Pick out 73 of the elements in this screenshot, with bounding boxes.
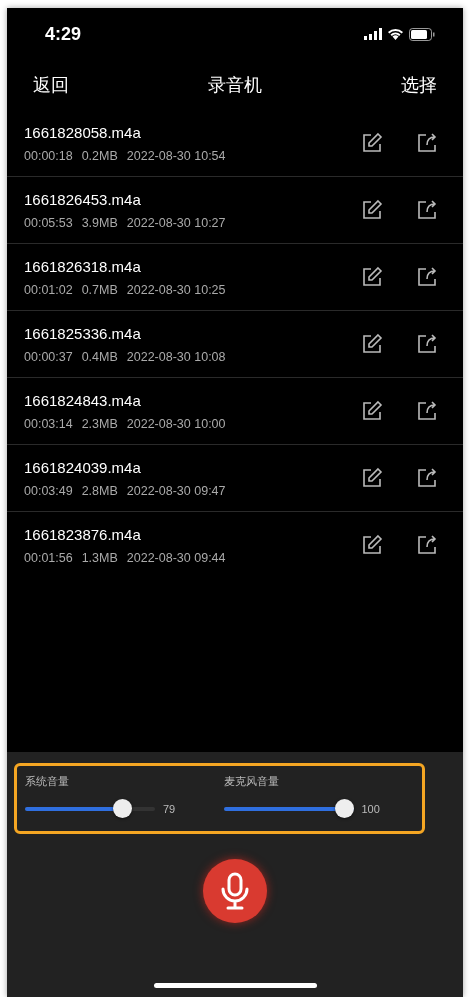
- recording-date: 2022-08-30 10:54: [126, 148, 226, 163]
- edit-icon: [361, 132, 383, 154]
- select-button[interactable]: 选择: [401, 73, 437, 97]
- recording-date: 2022-08-30 09:47: [126, 483, 226, 498]
- wifi-icon: [387, 28, 404, 40]
- edit-button[interactable]: [361, 266, 383, 288]
- edit-button[interactable]: [361, 534, 383, 556]
- record-button[interactable]: [203, 859, 267, 923]
- recording-name: 1661824843.m4a: [24, 391, 142, 409]
- recording-duration: 00:05:53: [24, 215, 73, 230]
- recording-name: 1661826318.m4a: [24, 257, 142, 275]
- share-button[interactable]: [416, 467, 438, 489]
- edit-icon: [361, 266, 383, 288]
- recording-name: 1661825336.m4a: [24, 324, 142, 342]
- recording-name: 1661824039.m4a: [24, 458, 142, 476]
- edit-button[interactable]: [361, 132, 383, 154]
- volume-label: 麦克风音量: [223, 774, 280, 789]
- recording-duration: 00:01:02: [24, 282, 73, 297]
- recording-size: 2.8MB: [81, 483, 118, 498]
- volume-reading: 79: [163, 802, 176, 815]
- recording-date: 2022-08-30 10:25: [126, 282, 226, 297]
- share-button[interactable]: [416, 132, 438, 154]
- share-icon: [416, 400, 438, 422]
- recording-name: 1661826453.m4a: [24, 190, 142, 208]
- edit-button[interactable]: [361, 467, 383, 489]
- recording-duration: 00:03:49: [24, 483, 73, 498]
- edit-button[interactable]: [361, 333, 383, 355]
- recording-date: 2022-08-30 10:00: [126, 416, 226, 431]
- back-button[interactable]: 返回: [33, 73, 69, 97]
- slider-thumb[interactable]: [112, 799, 132, 818]
- signal-icon: [364, 28, 382, 40]
- volume-slider[interactable]: [223, 799, 354, 818]
- edit-icon: [361, 199, 383, 221]
- edit-icon: [361, 333, 383, 355]
- share-icon: [416, 266, 438, 288]
- share-icon: [416, 534, 438, 556]
- edit-icon: [361, 400, 383, 422]
- slider-thumb[interactable]: [334, 799, 354, 818]
- share-icon: [416, 199, 438, 221]
- recording-size: 0.4MB: [81, 349, 118, 364]
- recording-size: 3.9MB: [81, 215, 118, 230]
- recording-date: 2022-08-30 09:44: [126, 550, 226, 565]
- recording-duration: 00:00:18: [24, 148, 73, 163]
- edit-button[interactable]: [361, 199, 383, 221]
- share-button[interactable]: [416, 333, 438, 355]
- page-title: 录音机: [208, 74, 262, 97]
- share-button[interactable]: [416, 400, 438, 422]
- recording-duration: 00:00:37: [24, 349, 73, 364]
- recording-name: 1661823876.m4a: [24, 525, 142, 543]
- share-icon: [416, 132, 438, 154]
- recording-size: 0.7MB: [81, 282, 118, 297]
- recording-date: 2022-08-30 10:08: [126, 349, 226, 364]
- recording-size: 2.3MB: [81, 416, 118, 431]
- recording-date: 2022-08-30 10:27: [126, 215, 226, 230]
- share-button[interactable]: [416, 534, 438, 556]
- share-button[interactable]: [416, 266, 438, 288]
- edit-button[interactable]: [361, 400, 383, 422]
- battery-icon: [409, 27, 435, 41]
- share-icon: [416, 333, 438, 355]
- recording-duration: 00:01:56: [24, 550, 73, 565]
- recording-size: 0.2MB: [81, 148, 118, 163]
- volume-slider[interactable]: [25, 799, 155, 818]
- recording-size: 1.3MB: [81, 550, 118, 565]
- microphone-icon: [221, 872, 249, 910]
- status-time: 4:29: [45, 23, 82, 45]
- edit-icon: [361, 467, 383, 489]
- volume-reading: 100: [361, 802, 380, 815]
- recording-duration: 00:03:14: [24, 416, 73, 431]
- edit-icon: [361, 534, 383, 556]
- share-icon: [416, 467, 438, 489]
- recording-name: 1661828058.m4a: [24, 123, 142, 141]
- volume-label: 系统音量: [25, 774, 70, 789]
- share-button[interactable]: [416, 199, 438, 221]
